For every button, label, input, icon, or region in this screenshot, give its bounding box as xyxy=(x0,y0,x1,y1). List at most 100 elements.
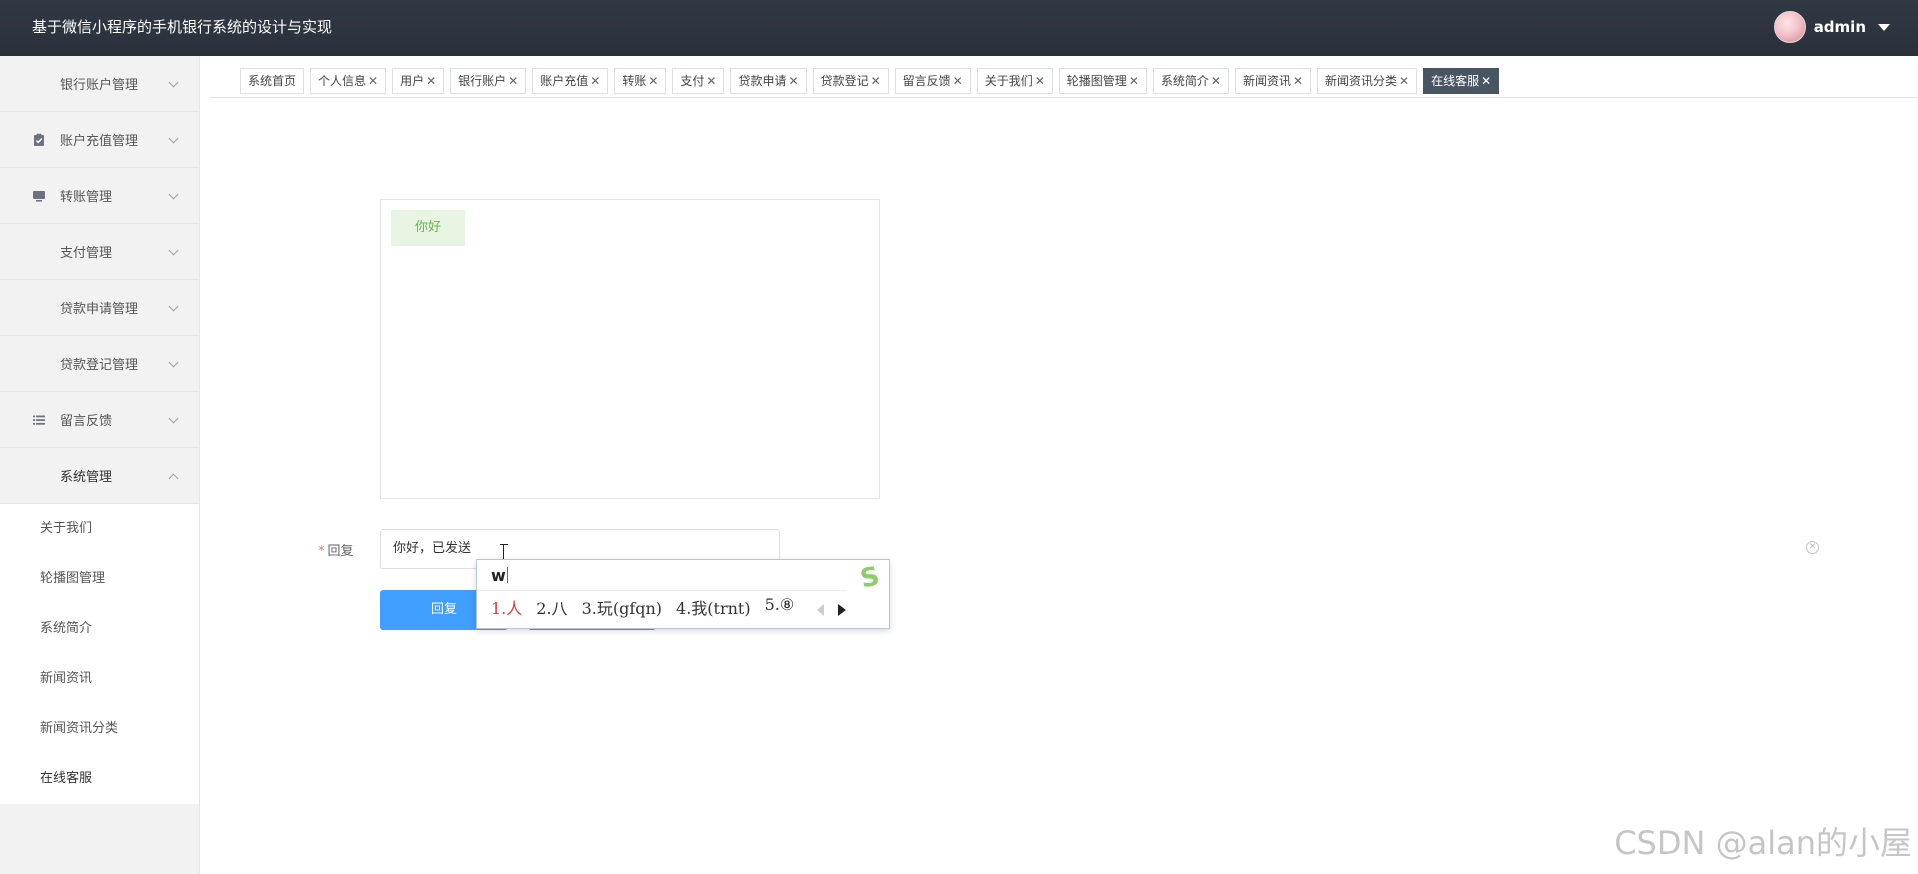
tab-label: 轮播图管理 xyxy=(1066,74,1127,88)
chat-history[interactable]: 你好 xyxy=(380,199,880,499)
tab-label: 在线客服 xyxy=(1431,74,1480,88)
sidebar-item-label: 留言反馈 xyxy=(60,414,113,429)
tab-label: 个人信息 xyxy=(318,74,367,88)
tab-news[interactable]: 新闻资讯 ✕ xyxy=(1234,68,1312,94)
sidebar-subitem-about[interactable]: 关于我们 xyxy=(0,504,199,554)
sidebar-item-loan-apply[interactable]: 贷款申请管理 xyxy=(0,280,199,336)
sidebar-item-feedback[interactable]: 留言反馈 xyxy=(0,392,199,448)
chevron-up-icon xyxy=(168,473,179,484)
sidebar-item-label: 系统管理 xyxy=(60,470,113,485)
ime-prev-page-icon[interactable] xyxy=(817,604,824,616)
tab-bank-account[interactable]: 银行账户 ✕ xyxy=(450,68,527,94)
caret-down-icon[interactable] xyxy=(1878,23,1890,31)
ime-candidate-popup[interactable]: w S 1.人 2.八 3.玩(gfqn) 4.我(trnt) 5.⑧ xyxy=(476,559,890,629)
close-icon[interactable]: ✕ xyxy=(706,74,716,88)
ime-next-page-icon[interactable] xyxy=(838,604,846,616)
grid-icon xyxy=(32,357,46,371)
tab-profile[interactable]: 个人信息 ✕ xyxy=(310,68,387,94)
sidebar-subitem-online-service[interactable]: 在线客服 xyxy=(0,754,199,804)
tab-news-category[interactable]: 新闻资讯分类 ✕ xyxy=(1317,68,1418,94)
chevron-down-icon xyxy=(168,245,179,256)
tab-recharge[interactable]: 账户充值 ✕ xyxy=(532,68,609,94)
sidebar-subitem-news[interactable]: 新闻资讯 xyxy=(0,654,199,704)
sidebar-item-system[interactable]: 系统管理 xyxy=(0,448,199,504)
required-marker: * xyxy=(318,544,325,559)
close-icon[interactable]: ✕ xyxy=(508,74,518,88)
sogou-logo-icon: S xyxy=(857,561,883,595)
ime-candidate[interactable]: 4.我(trnt) xyxy=(676,595,751,619)
ime-candidate[interactable]: 1.人 xyxy=(491,595,522,619)
close-icon[interactable]: ✕ xyxy=(1035,74,1045,88)
top-bar: 基于微信小程序的手机银行系统的设计与实现 admin xyxy=(0,0,1918,56)
clear-icon[interactable]: ✕ xyxy=(1806,541,1819,554)
tab-carousel[interactable]: 轮播图管理 ✕ xyxy=(1058,68,1147,94)
close-icon[interactable]: ✕ xyxy=(368,74,378,88)
tab-loan-apply[interactable]: 贷款申请 ✕ xyxy=(730,68,807,94)
tab-label: 账户充值 xyxy=(540,74,589,88)
sidebar-item-label: 贷款登记管理 xyxy=(60,358,139,373)
tab-transfer[interactable]: 转账 ✕ xyxy=(614,68,667,94)
tab-label: 系统简介 xyxy=(1160,74,1209,88)
user-menu[interactable]: admin xyxy=(1773,10,1890,44)
ime-pinyin: w xyxy=(491,566,508,585)
tab-label: 新闻资讯 xyxy=(1242,74,1291,88)
tab-loan-register[interactable]: 贷款登记 ✕ xyxy=(812,68,889,94)
tab-label: 支付 xyxy=(680,74,705,88)
sidebar-item-loan-register[interactable]: 贷款登记管理 xyxy=(0,336,199,392)
grid-icon xyxy=(32,77,46,91)
user-name[interactable]: admin xyxy=(1814,18,1866,36)
chevron-down-icon xyxy=(168,413,179,424)
tab-label: 关于我们 xyxy=(984,74,1033,88)
sidebar-subitem-carousel[interactable]: 轮播图管理 xyxy=(0,554,199,604)
ime-candidate[interactable]: 2.八 xyxy=(536,595,567,619)
tab-bar: 系统首页 个人信息 ✕ 用户 ✕ 银行账户 ✕ 账户充值 ✕ 转账 ✕ 支付 ✕ 贷款申请 ✕… xyxy=(210,68,1500,94)
ime-candidate[interactable]: 5.⑧ xyxy=(765,595,795,619)
tab-label: 系统首页 xyxy=(248,74,297,88)
close-icon[interactable]: ✕ xyxy=(1211,74,1221,88)
app-title: 基于微信小程序的手机银行系统的设计与实现 xyxy=(32,18,333,36)
close-icon[interactable]: ✕ xyxy=(1481,74,1491,88)
avatar[interactable] xyxy=(1773,11,1806,43)
close-icon[interactable]: ✕ xyxy=(590,74,600,88)
tab-users[interactable]: 用户 ✕ xyxy=(392,68,445,94)
close-icon[interactable]: ✕ xyxy=(648,74,658,88)
sidebar-item-label: 贷款申请管理 xyxy=(60,302,139,317)
tab-label: 新闻资讯分类 xyxy=(1325,74,1398,88)
close-icon[interactable]: ✕ xyxy=(871,74,881,88)
chevron-down-icon xyxy=(168,133,179,144)
sidebar-item-recharge[interactable]: 账户充值管理 xyxy=(0,112,199,168)
ime-candidate[interactable]: 3.玩(gfqn) xyxy=(582,595,662,619)
grid-icon xyxy=(32,469,46,483)
chevron-down-icon xyxy=(168,301,179,312)
ime-divider xyxy=(477,590,847,591)
tab-about[interactable]: 关于我们 ✕ xyxy=(976,68,1053,94)
tab-label: 用户 xyxy=(400,74,425,88)
tab-label: 转账 xyxy=(622,74,647,88)
chat-message: 你好 xyxy=(391,210,466,246)
chevron-down-icon xyxy=(168,77,179,88)
ime-candidates: 1.人 2.八 3.玩(gfqn) 4.我(trnt) 5.⑧ xyxy=(491,595,794,619)
sidebar-subitem-intro[interactable]: 系统简介 xyxy=(0,604,199,654)
close-icon[interactable]: ✕ xyxy=(426,74,436,88)
system-submenu: 关于我们 轮播图管理 系统简介 新闻资讯 新闻资讯分类 在线客服 xyxy=(0,504,199,804)
tab-feedback[interactable]: 留言反馈 ✕ xyxy=(894,68,971,94)
close-icon[interactable]: ✕ xyxy=(1293,74,1303,88)
tab-intro[interactable]: 系统简介 ✕ xyxy=(1152,68,1229,94)
tab-home[interactable]: 系统首页 xyxy=(240,68,305,94)
close-icon[interactable]: ✕ xyxy=(953,74,963,88)
clipboard-check-icon xyxy=(32,133,46,147)
reply-label-text: 回复 xyxy=(327,544,354,559)
close-icon[interactable]: ✕ xyxy=(1399,74,1409,88)
sidebar-item-bank-account[interactable]: 银行账户管理 xyxy=(0,56,199,112)
list-icon xyxy=(32,413,46,427)
tab-payment[interactable]: 支付 ✕ xyxy=(672,68,725,94)
tab-label: 贷款申请 xyxy=(738,74,787,88)
sidebar: 银行账户管理 账户充值管理 转账管理 支付管理 贷款申请管理 贷款登记管理 留言… xyxy=(0,56,200,874)
close-icon[interactable]: ✕ xyxy=(789,74,799,88)
sidebar-item-transfer[interactable]: 转账管理 xyxy=(0,168,199,224)
sidebar-item-payment[interactable]: 支付管理 xyxy=(0,224,199,280)
sidebar-subitem-news-category[interactable]: 新闻资讯分类 xyxy=(0,704,199,754)
tab-label: 银行账户 xyxy=(458,74,507,88)
tab-online-service[interactable]: 在线客服 ✕ xyxy=(1423,68,1500,94)
close-icon[interactable]: ✕ xyxy=(1129,74,1139,88)
